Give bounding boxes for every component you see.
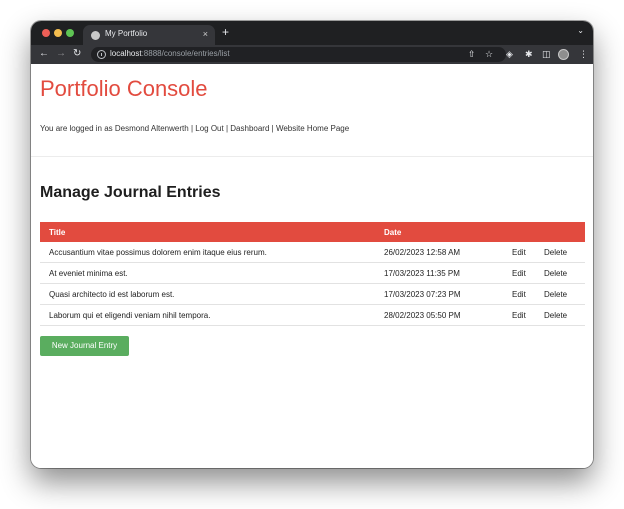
nav-separator: | bbox=[190, 124, 194, 133]
table-header: Title Date bbox=[40, 222, 585, 242]
delete-link[interactable]: Delete bbox=[544, 311, 567, 320]
site-title: Portfolio Console bbox=[40, 76, 208, 101]
back-arrow-icon[interactable]: ← bbox=[39, 47, 49, 61]
new-journal-entry-button[interactable]: New Journal Entry bbox=[40, 336, 129, 356]
column-header-date: Date bbox=[384, 228, 402, 237]
table-row: Accusantium vitae possimus dolorem enim … bbox=[40, 242, 585, 263]
entry-date: 17/03/2023 11:35 PM bbox=[384, 269, 460, 278]
dashboard-link[interactable]: Dashboard bbox=[230, 124, 269, 133]
delete-link[interactable]: Delete bbox=[544, 290, 567, 299]
edit-link[interactable]: Edit bbox=[512, 248, 526, 257]
header-divider bbox=[31, 156, 593, 157]
edit-link[interactable]: Edit bbox=[512, 311, 526, 320]
info-icon[interactable] bbox=[97, 50, 106, 59]
entry-title: Accusantium vitae possimus dolorem enim … bbox=[49, 248, 267, 257]
edit-link[interactable]: Edit bbox=[512, 269, 526, 278]
logout-link[interactable]: Log Out bbox=[195, 124, 223, 133]
admin-nav: You are logged in as Desmond Altenwerth … bbox=[40, 124, 349, 133]
reload-icon[interactable]: ↻ bbox=[73, 47, 81, 61]
column-header-title: Title bbox=[49, 228, 66, 237]
puzzle-icon[interactable]: ✱ bbox=[525, 48, 533, 60]
bookmark-star-icon[interactable]: ☆ bbox=[485, 48, 493, 60]
close-window-button[interactable] bbox=[42, 29, 50, 37]
favicon-icon bbox=[91, 31, 100, 40]
side-panel-icon[interactable]: ◫ bbox=[542, 48, 551, 60]
tab-search-chevron-icon[interactable]: ⌄ bbox=[577, 26, 584, 35]
table-row: At eveniet minima est. 17/03/2023 11:35 … bbox=[40, 263, 585, 284]
logged-in-text: You are logged in as Desmond Altenwerth bbox=[40, 124, 189, 133]
browser-window: My Portfolio × + ⌄ ← → ↻ localhost:8888/… bbox=[31, 21, 593, 468]
entry-date: 17/03/2023 07:23 PM bbox=[384, 290, 461, 299]
extension-icon[interactable]: ◈ bbox=[506, 48, 513, 60]
minimize-window-button[interactable] bbox=[54, 29, 62, 37]
table-row: Quasi architecto id est laborum est. 17/… bbox=[40, 284, 585, 305]
entry-title: At eveniet minima est. bbox=[49, 269, 128, 278]
new-tab-icon[interactable]: + bbox=[222, 25, 229, 39]
address-bar[interactable]: localhost:8888/console/entries/list bbox=[91, 47, 506, 62]
tab-close-icon[interactable]: × bbox=[203, 28, 208, 40]
edit-link[interactable]: Edit bbox=[512, 290, 526, 299]
profile-avatar-icon[interactable] bbox=[558, 49, 569, 60]
page-viewport: Portfolio Console You are logged in as D… bbox=[31, 64, 593, 468]
entry-date: 26/02/2023 12:58 AM bbox=[384, 248, 461, 257]
tab-my-portfolio[interactable]: My Portfolio × bbox=[83, 25, 215, 45]
nav-separator: | bbox=[225, 124, 229, 133]
page-heading: Manage Journal Entries bbox=[40, 184, 221, 201]
tab-title: My Portfolio bbox=[105, 29, 148, 38]
delete-link[interactable]: Delete bbox=[544, 269, 567, 278]
share-icon[interactable]: ⇧ bbox=[468, 48, 476, 60]
entry-title: Laborum qui et eligendi veniam nihil tem… bbox=[49, 311, 211, 320]
forward-arrow-icon[interactable]: → bbox=[56, 47, 66, 61]
entry-date: 28/02/2023 05:50 PM bbox=[384, 311, 461, 320]
delete-link[interactable]: Delete bbox=[544, 248, 567, 257]
entry-title: Quasi architecto id est laborum est. bbox=[49, 290, 175, 299]
table-row: Laborum qui et eligendi veniam nihil tem… bbox=[40, 305, 585, 326]
nav-separator: | bbox=[271, 124, 274, 133]
tab-strip: My Portfolio × + ⌄ bbox=[31, 21, 593, 45]
maximize-window-button[interactable] bbox=[66, 29, 74, 37]
journal-entries-table: Title Date Accusantium vitae possimus do… bbox=[40, 222, 585, 326]
browser-toolbar: ← → ↻ localhost:8888/console/entries/lis… bbox=[31, 45, 593, 64]
kebab-menu-icon[interactable]: ⋮ bbox=[579, 48, 588, 60]
url-text[interactable]: localhost:8888/console/entries/list bbox=[110, 49, 230, 58]
website-home-link[interactable]: Website Home Page bbox=[276, 124, 349, 133]
